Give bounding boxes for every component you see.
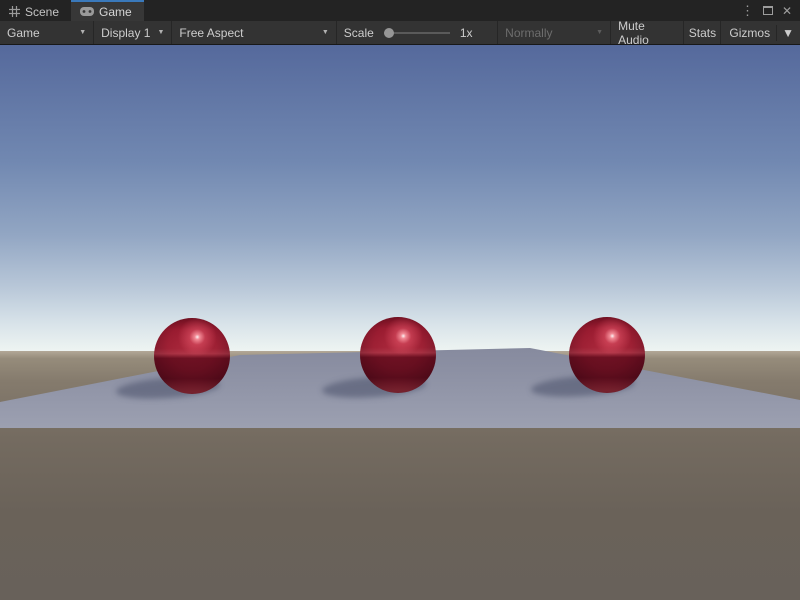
menu-icon[interactable]: ⋮ (741, 4, 754, 17)
game-toolbar: Game ▼ Display 1 ▼ Free Aspect ▼ Scale 1… (0, 21, 800, 45)
maximize-icon[interactable] (763, 6, 773, 15)
mute-audio-button[interactable]: Mute Audio (611, 21, 683, 44)
aspect-ratio-dropdown[interactable]: Free Aspect ▼ (172, 21, 335, 44)
tab-bar: Scene Game ⋮ ✕ (0, 0, 800, 21)
play-mode-dropdown: Normally ▼ (498, 21, 610, 44)
tab-scene[interactable]: Scene (0, 2, 71, 21)
red-sphere (360, 317, 436, 393)
scale-slider[interactable] (384, 32, 450, 34)
chevron-down-icon: ▼ (596, 29, 603, 36)
red-sphere (154, 318, 230, 394)
scale-slider-knob[interactable] (384, 28, 394, 38)
chevron-down-icon: ▼ (79, 29, 86, 36)
gamepad-icon (80, 7, 94, 16)
display-dropdown[interactable]: Display 1 ▼ (94, 21, 171, 44)
window-controls: ⋮ ✕ (741, 0, 800, 21)
red-sphere (569, 317, 645, 393)
stats-button[interactable]: Stats (684, 21, 720, 44)
chevron-down-icon: ▼ (782, 26, 794, 40)
tab-game[interactable]: Game (71, 0, 144, 21)
gizmos-button[interactable]: Gizmos ▼ (721, 21, 800, 44)
tab-game-label: Game (99, 5, 132, 19)
scale-label: Scale (344, 26, 374, 40)
game-mode-dropdown[interactable]: Game ▼ (0, 21, 93, 44)
grid-icon (9, 6, 20, 17)
game-viewport[interactable] (0, 45, 800, 600)
scale-control: Scale 1x (337, 21, 497, 44)
chevron-down-icon: ▼ (322, 29, 329, 36)
tab-scene-label: Scene (25, 5, 59, 19)
close-icon[interactable]: ✕ (782, 5, 792, 17)
chevron-down-icon: ▼ (158, 29, 165, 36)
scale-value: 1x (460, 26, 473, 40)
